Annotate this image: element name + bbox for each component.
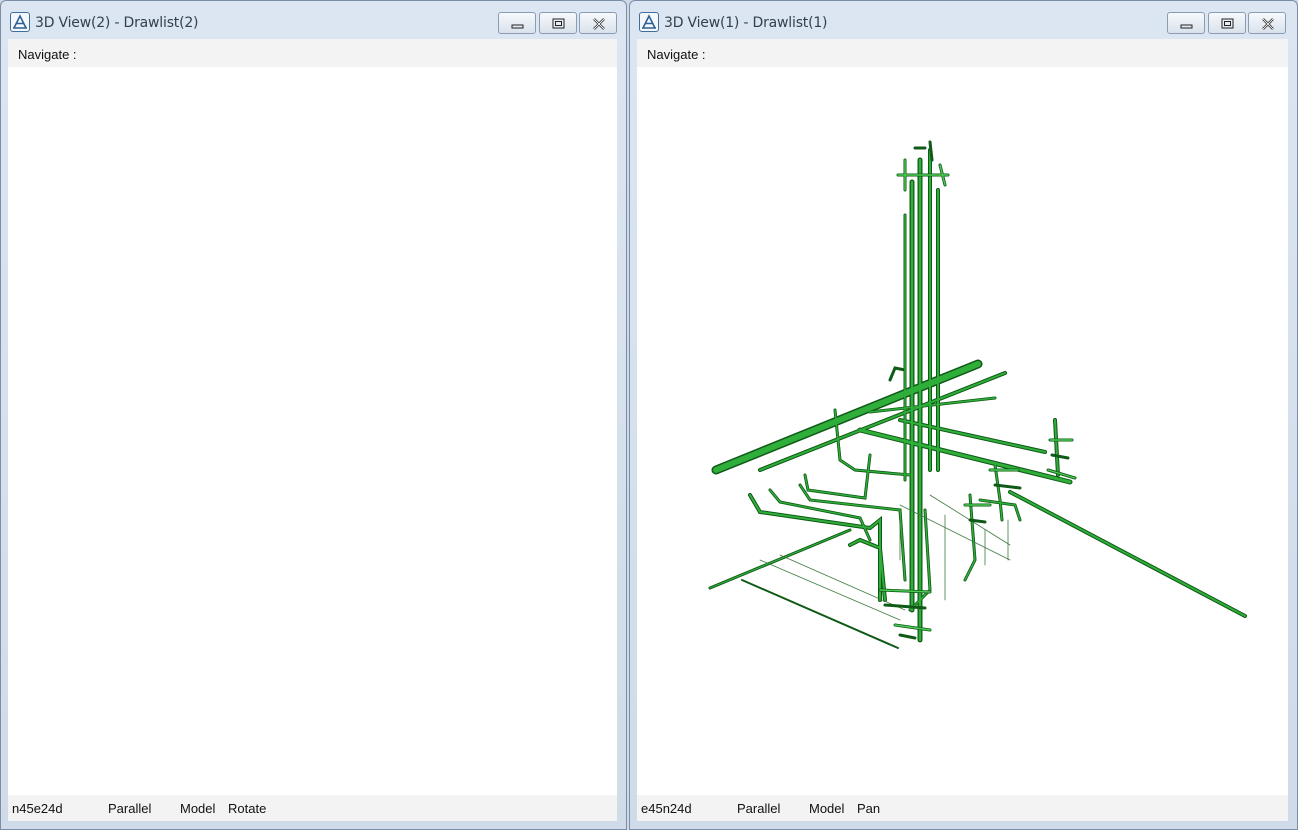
- navigate-label: Navigate :: [647, 47, 706, 62]
- 3d-viewport[interactable]: [8, 67, 617, 795]
- orientation-status: e45n24d: [641, 801, 692, 816]
- title-bar[interactable]: 3D View(1) - Drawlist(1): [630, 1, 1297, 39]
- minimize-button[interactable]: [498, 12, 536, 34]
- maximize-icon: [552, 18, 565, 29]
- mid-valve-cluster: [963, 468, 1022, 524]
- view-window-2[interactable]: 3D View(2) - Drawlist(2) Navigate : n45e…: [0, 0, 627, 830]
- maximize-button[interactable]: [1208, 12, 1246, 34]
- pipe-loop-1: [748, 493, 882, 602]
- close-button[interactable]: [579, 12, 617, 34]
- navigate-label: Navigate :: [18, 47, 77, 62]
- action-status: Pan: [857, 801, 881, 816]
- app-logo-icon[interactable]: [639, 12, 659, 32]
- projection-status: Parallel: [737, 801, 781, 816]
- right-valve-cluster: [1046, 438, 1077, 480]
- window-client: Navigate : n45e24d Parallel Model Rotate: [8, 39, 617, 821]
- close-icon: [1262, 18, 1274, 30]
- minimize-icon: [511, 24, 524, 29]
- close-button[interactable]: [1248, 12, 1286, 34]
- window-title: 3D View(2) - Drawlist(2): [35, 15, 199, 31]
- minimize-icon: [1180, 24, 1193, 29]
- maximize-button[interactable]: [539, 12, 577, 34]
- orientation-status: n45e24d: [12, 801, 63, 816]
- maximize-icon: [1221, 18, 1234, 29]
- status-bar: e45n24d Parallel Model Pan: [637, 795, 1288, 821]
- app-logo-icon[interactable]: [10, 12, 30, 32]
- navigate-bar: Navigate :: [8, 39, 617, 67]
- mode-status: Model: [180, 801, 216, 816]
- view-window-1[interactable]: 3D View(1) - Drawlist(1) Navigate : e45n…: [629, 0, 1298, 830]
- status-bar: n45e24d Parallel Model Rotate: [8, 795, 617, 821]
- close-icon: [593, 18, 605, 30]
- action-status: Rotate: [228, 801, 267, 816]
- minimize-button[interactable]: [1167, 12, 1205, 34]
- window-title: 3D View(1) - Drawlist(1): [664, 15, 828, 31]
- title-bar[interactable]: 3D View(2) - Drawlist(2): [1, 1, 626, 39]
- pipe-branch-2: [888, 366, 907, 382]
- navigate-bar: Navigate :: [637, 39, 1288, 67]
- projection-status: Parallel: [108, 801, 152, 816]
- pipe-thin-west: [741, 579, 899, 649]
- 3d-viewport[interactable]: [637, 67, 1288, 795]
- mode-status: Model: [809, 801, 845, 816]
- piping-model[interactable]: [637, 67, 1284, 797]
- window-client: Navigate : e45n24d Parallel Model Pan: [637, 39, 1288, 821]
- pipe-loop-3: [798, 483, 907, 582]
